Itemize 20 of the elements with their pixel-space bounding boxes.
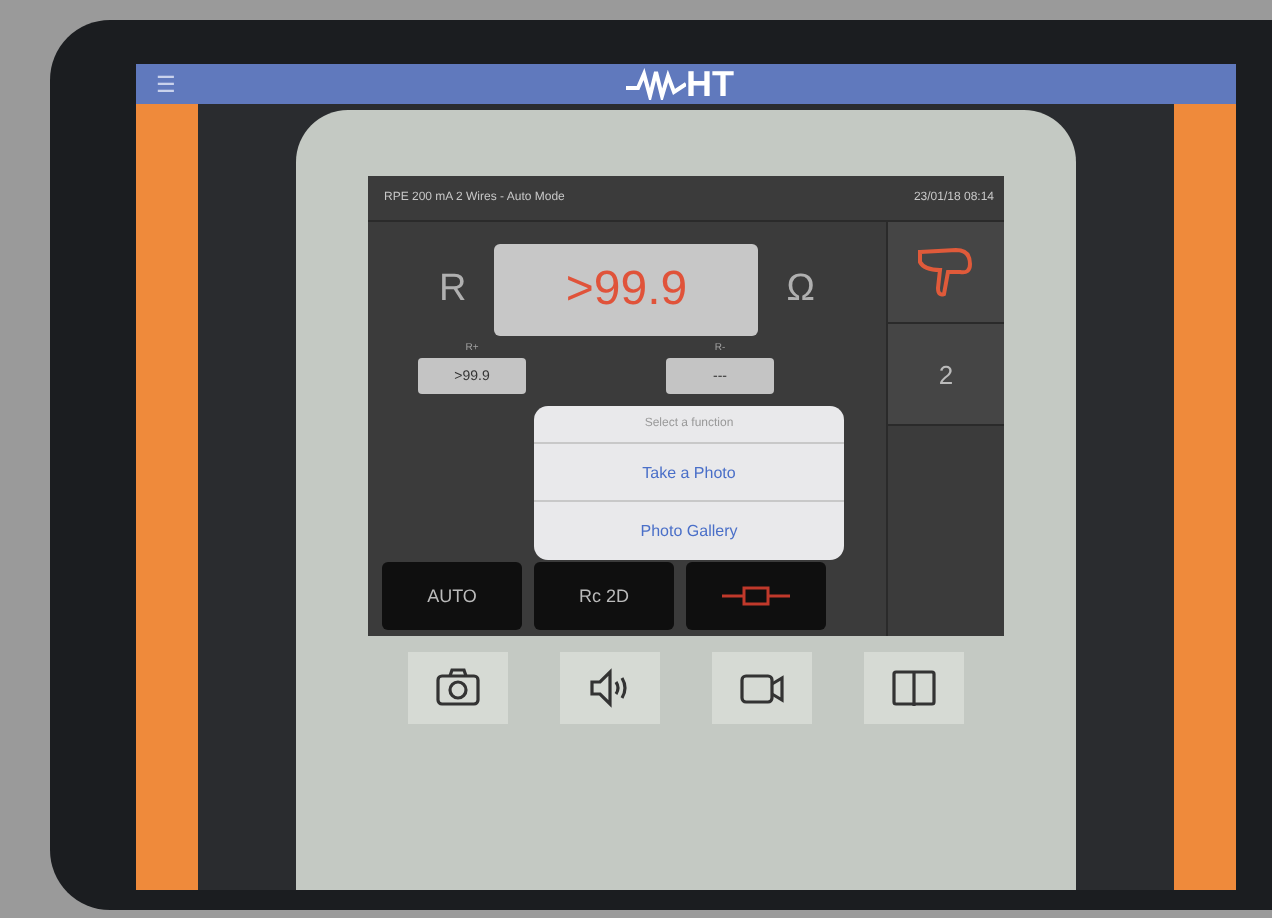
resistor-button[interactable] xyxy=(686,562,826,630)
mode-button[interactable]: Rc 2D xyxy=(534,562,674,630)
main-reading: >99.9 xyxy=(494,244,759,336)
count-value: 2 xyxy=(938,359,954,389)
dialog-option[interactable]: Take a Photo xyxy=(534,444,844,502)
toolbar-button[interactable] xyxy=(864,652,964,724)
dialog-option[interactable]: Photo Gallery xyxy=(534,502,844,560)
menu-icon[interactable]: ☰ xyxy=(156,71,176,97)
resistor-icon xyxy=(722,586,790,606)
waveform-icon xyxy=(626,68,686,100)
logo-text: HT xyxy=(686,66,734,102)
toolbar-button[interactable] xyxy=(712,652,812,724)
thumbs-down-icon xyxy=(916,244,976,300)
toolbar-button[interactable] xyxy=(560,652,660,724)
camera-icon xyxy=(434,664,482,712)
reading-unit: Ω xyxy=(786,268,815,312)
book-icon xyxy=(890,664,938,712)
mode-button[interactable]: AUTO xyxy=(382,562,522,630)
toolbar-button[interactable] xyxy=(408,652,508,724)
reading-symbol: R xyxy=(439,268,467,312)
